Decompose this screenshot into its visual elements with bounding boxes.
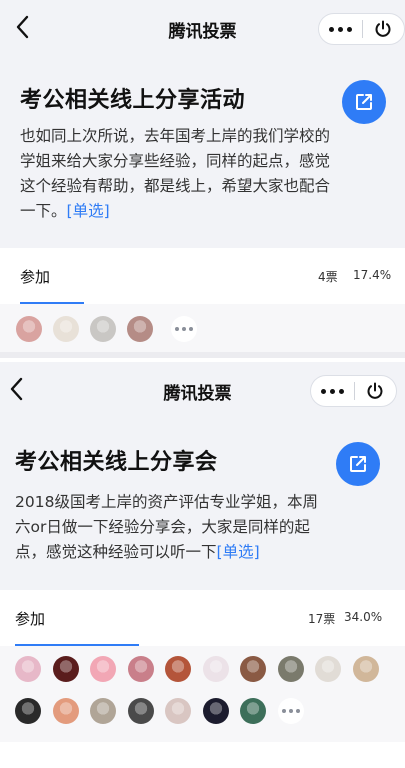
voter-avatars [0,646,405,742]
section-divider [0,352,405,358]
voter-avatar[interactable] [127,698,154,724]
activity-description: 2018级国考上岸的资产评估专业学姐，本周六or日做一下经验分享会，大家是同样的… [15,490,325,565]
activity-header: 考公相关线上分享活动 也如同上次所说，去年国考上岸的我们学校的学姐来给大家分享些… [0,58,405,248]
option-percent: 34.0% [344,610,383,624]
share-external-icon [356,94,372,110]
voter-avatar[interactable] [315,656,341,682]
voter-avatar[interactable] [15,698,41,724]
voter-avatar[interactable] [165,698,191,724]
nav-bar: 腾讯投票 [0,0,405,58]
option-label: 参加 [15,610,46,628]
voter-avatar[interactable] [127,656,154,682]
more-dots-icon[interactable] [319,14,362,44]
voter-avatar[interactable] [165,656,191,682]
voter-avatar[interactable] [53,316,79,342]
activity-description: 也如同上次所说，去年国考上岸的我们学校的学姐来给大家分享些经验，同样的起点，感觉… [20,124,330,224]
voter-avatar[interactable] [90,656,116,682]
mini-program-capsule [310,375,397,407]
voter-avatar[interactable] [15,656,41,682]
share-external-icon [350,456,366,472]
voter-avatar[interactable] [127,316,153,342]
voter-avatar[interactable] [52,656,79,682]
option-votes: 17票 [308,612,336,626]
activity-title: 考公相关线上分享活动 [20,88,246,113]
power-icon[interactable] [363,14,404,44]
voter-avatar[interactable] [202,656,229,682]
vote-option[interactable]: 参加 4票 17.4% [0,248,405,304]
voter-avatar[interactable] [202,698,229,724]
mini-program-capsule [318,13,405,45]
description-text: 2018级国考上岸的资产评估专业学姐，本周六or日做一下经验分享会，大家是同样的… [15,493,318,561]
voter-avatar[interactable] [90,698,116,724]
vote-type-tag: [单选] [216,543,260,561]
voter-avatar[interactable] [240,698,266,724]
voter-avatar[interactable] [240,656,266,682]
share-button[interactable] [336,442,380,486]
vote-screen-1: 腾讯投票 考公相关线上分享活动 也如同上次所说，去年国考上岸的我们学校的学姐来给… [0,0,405,358]
vote-type-tag: [单选] [66,202,110,220]
voter-avatar[interactable] [277,656,304,682]
power-icon[interactable] [355,376,396,406]
more-voters-icon[interactable] [171,316,197,342]
voter-avatar[interactable] [16,316,42,342]
more-voters-icon[interactable] [278,698,304,724]
voter-avatar[interactable] [52,698,79,724]
voter-avatar[interactable] [352,656,379,682]
option-votes: 4票 [318,270,338,284]
nav-bar: 腾讯投票 [0,362,405,420]
option-label: 参加 [20,268,51,286]
activity-title: 考公相关线上分享会 [15,450,218,475]
vote-screen-2: 腾讯投票 考公相关线上分享会 2018级国考上岸的资产评估专业学姐，本周六or日… [0,362,405,768]
voter-avatar[interactable] [90,316,116,342]
option-percent: 17.4% [353,268,392,282]
activity-header: 考公相关线上分享会 2018级国考上岸的资产评估专业学姐，本周六or日做一下经验… [0,420,405,590]
more-dots-icon[interactable] [311,376,354,406]
voter-avatars [0,304,405,352]
share-button[interactable] [342,80,386,124]
vote-option[interactable]: 参加 17票 34.0% [0,590,405,646]
